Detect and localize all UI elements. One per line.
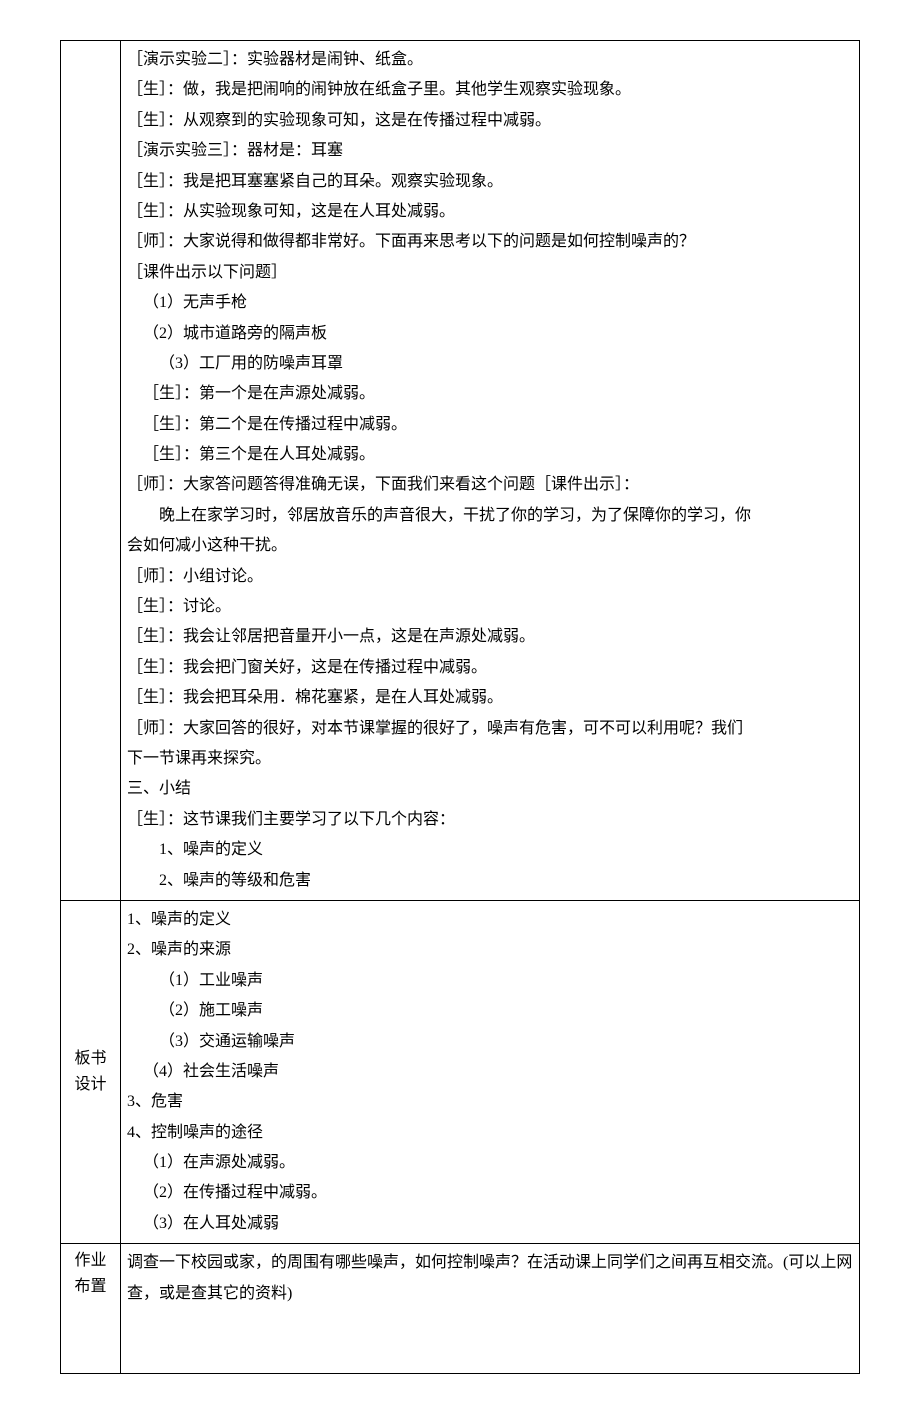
board-line-9: （2）在传播过程中减弱。 (127, 1178, 853, 1208)
homework-text: 调查一下校园或家，的周围有哪些噪声，如何控制噪声？在活动课上同学们之间再互相交流… (127, 1248, 853, 1309)
main-line-7: ［课件出示以下问题］ (127, 258, 853, 288)
main-line-22: ［师］：大家回答的很好，对本节课掌握的很好了，噪声有危害，可不可以利用呢？我们 (127, 714, 853, 744)
label-homework: 作业布置 (61, 1244, 121, 1374)
board-line-8: （1）在声源处减弱。 (127, 1148, 853, 1178)
main-line-26: 1、噪声的定义 (127, 835, 853, 865)
main-line-21: ［生］：我会把耳朵用．棉花塞紧，是在人耳处减弱。 (127, 683, 853, 713)
board-line-2: （1）工业噪声 (127, 966, 853, 996)
board-line-4: （3）交通运输噪声 (127, 1027, 853, 1057)
board-line-7: 4、控制噪声的途径 (127, 1118, 853, 1148)
main-line-10: （3）工厂用的防噪声耳罩 (127, 349, 853, 379)
board-line-1: 2、噪声的来源 (127, 935, 853, 965)
main-line-13: ［生］：第三个是在人耳处减弱。 (127, 440, 853, 470)
main-line-12: ［生］：第二个是在传播过程中减弱。 (127, 410, 853, 440)
board-line-10: （3）在人耳处减弱 (127, 1209, 853, 1239)
main-line-27: 2、噪声的等级和危害 (127, 866, 853, 896)
content-cell-board: 1、噪声的定义2、噪声的来源（1）工业噪声（2）施工噪声（3）交通运输噪声（4）… (121, 900, 860, 1243)
content-cell-homework: 调查一下校园或家，的周围有哪些噪声，如何控制噪声？在活动课上同学们之间再互相交流… (121, 1244, 860, 1374)
main-line-5: ［生］：从实验现象可知，这是在人耳处减弱。 (127, 197, 853, 227)
main-line-16: 会如何减小这种干扰。 (127, 531, 853, 561)
main-line-4: ［生］：我是把耳塞塞紧自己的耳朵。观察实验现象。 (127, 167, 853, 197)
main-line-6: ［师］：大家说得和做得都非常好。下面再来思考以下的问题是如何控制噪声的？ (127, 227, 853, 257)
label-board-design: 板书设计 (61, 900, 121, 1243)
main-line-25: ［生］：这节课我们主要学习了以下几个内容： (127, 805, 853, 835)
main-line-1: ［生］：做，我是把闹响的闹钟放在纸盒子里。其他学生观察实验现象。 (127, 75, 853, 105)
board-line-6: 3、危害 (127, 1087, 853, 1117)
row-board-design: 板书设计 1、噪声的定义2、噪声的来源（1）工业噪声（2）施工噪声（3）交通运输… (61, 900, 860, 1243)
main-line-19: ［生］：我会让邻居把音量开小一点，这是在声源处减弱。 (127, 622, 853, 652)
main-line-17: ［师］：小组讨论。 (127, 562, 853, 592)
main-line-3: ［演示实验三］：器材是：耳塞 (127, 136, 853, 166)
main-line-24: 三、小结 (127, 774, 853, 804)
board-line-5: （4）社会生活噪声 (127, 1057, 853, 1087)
main-line-2: ［生］：从观察到的实验现象可知，这是在传播过程中减弱。 (127, 106, 853, 136)
main-line-8: （1）无声手枪 (127, 288, 853, 318)
board-line-3: （2）施工噪声 (127, 996, 853, 1026)
board-line-0: 1、噪声的定义 (127, 905, 853, 935)
content-cell-main: ［演示实验二］：实验器材是闹钟、纸盒。［生］：做，我是把闹响的闹钟放在纸盒子里。… (121, 41, 860, 901)
row-main-content: ［演示实验二］：实验器材是闹钟、纸盒。［生］：做，我是把闹响的闹钟放在纸盒子里。… (61, 41, 860, 901)
main-line-18: ［生］：讨论。 (127, 592, 853, 622)
main-line-15: 晚上在家学习时，邻居放音乐的声音很大，干扰了你的学习，为了保障你的学习，你 (127, 501, 853, 531)
main-line-23: 下一节课再来探究。 (127, 744, 853, 774)
main-line-20: ［生］：我会把门窗关好，这是在传播过程中减弱。 (127, 653, 853, 683)
main-line-9: （2）城市道路旁的隔声板 (127, 319, 853, 349)
main-line-11: ［生］：第一个是在声源处减弱。 (127, 379, 853, 409)
main-line-14: ［师］：大家答问题答得准确无误，下面我们来看这个问题［课件出示］： (127, 470, 853, 500)
document-table: ［演示实验二］：实验器材是闹钟、纸盒。［生］：做，我是把闹响的闹钟放在纸盒子里。… (60, 40, 860, 1374)
main-line-0: ［演示实验二］：实验器材是闹钟、纸盒。 (127, 45, 853, 75)
row-homework: 作业布置 调查一下校园或家，的周围有哪些噪声，如何控制噪声？在活动课上同学们之间… (61, 1244, 860, 1374)
label-cell-empty (61, 41, 121, 901)
